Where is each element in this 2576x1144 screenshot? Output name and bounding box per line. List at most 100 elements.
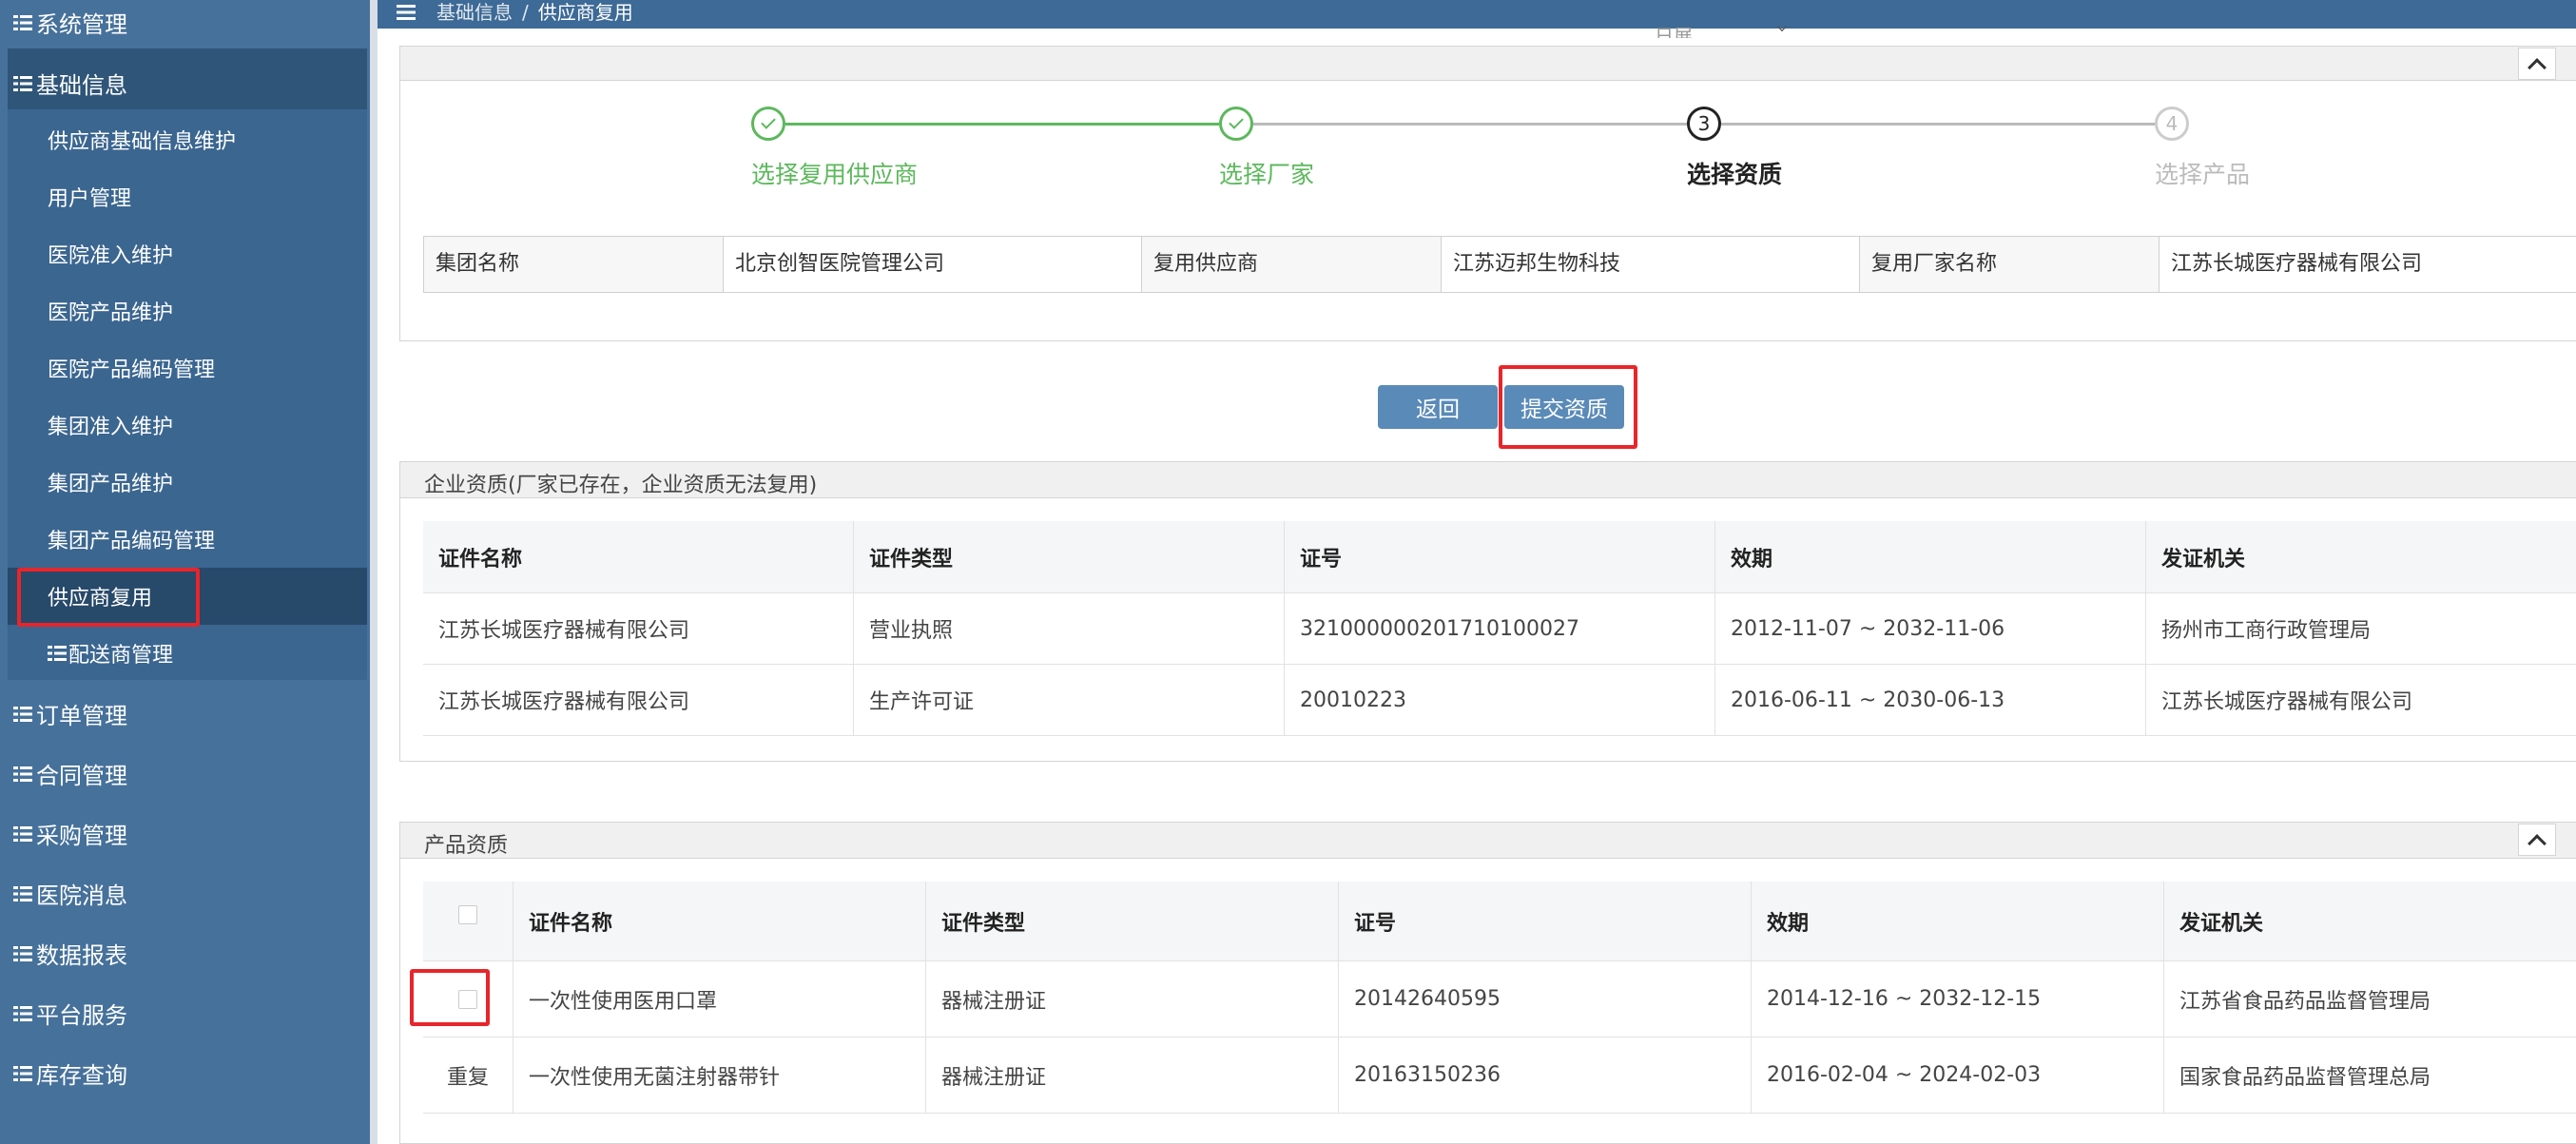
collapse-button[interactable] bbox=[2518, 48, 2556, 80]
cert-number-cell: 321000000201710100027 bbox=[1285, 593, 1715, 664]
sidebar-item-hospital-messages[interactable]: 医院消息 bbox=[13, 877, 127, 910]
validity-cell: 2014-12-16 ~ 2032-12-15 bbox=[1752, 961, 2164, 1037]
sidebar-item-hospital-access[interactable]: 医院准入维护 bbox=[48, 239, 173, 269]
breadcrumb-item[interactable]: 基础信息 bbox=[436, 1, 513, 24]
sidebar-item-contracts[interactable]: 合同管理 bbox=[13, 757, 127, 790]
wizard-panel bbox=[399, 46, 2576, 341]
manufacturer-value: 江苏长城医疗器械有限公司 bbox=[2160, 237, 2576, 292]
sidebar-item-group-access[interactable]: 集团准入维护 bbox=[48, 410, 173, 440]
sidebar-item-group-product-code[interactable]: 集团产品编码管理 bbox=[48, 524, 215, 554]
sidebar-item-reports[interactable]: 数据报表 bbox=[13, 937, 127, 970]
column-header: 证件类型 bbox=[926, 882, 1339, 960]
sidebar-item-basic-info[interactable]: 基础信息 bbox=[13, 67, 127, 100]
table-row[interactable]: 重复 一次性使用无菌注射器带针 器械注册证 20163150236 2016-0… bbox=[423, 1037, 2576, 1114]
check-icon bbox=[761, 114, 776, 129]
back-button[interactable]: 返回 bbox=[1378, 385, 1498, 429]
column-header: 证号 bbox=[1339, 882, 1752, 960]
issuer-cell: 扬州市工商行政管理局 bbox=[2161, 619, 2372, 643]
sidebar-item-hospital-product-code[interactable]: 医院产品编码管理 bbox=[48, 353, 215, 383]
list-icon bbox=[13, 766, 32, 782]
cert-name-cell: 江苏长城医疗器械有限公司 bbox=[423, 593, 854, 664]
select-all-checkbox[interactable] bbox=[458, 904, 477, 924]
duplicate-status-cell: 重复 bbox=[423, 1037, 513, 1113]
select-all-cell bbox=[423, 882, 513, 960]
table-row[interactable]: 江苏长城医疗器械有限公司 营业执照 321000000201710100027 … bbox=[423, 593, 2576, 665]
panel-title: 企业资质(厂家已存在，企业资质无法复用) bbox=[424, 474, 818, 497]
sidebar-item-label: 库存查询 bbox=[36, 1062, 127, 1089]
sidebar-item-label: 数据报表 bbox=[36, 942, 127, 969]
highlight-box bbox=[410, 969, 490, 1026]
column-header: 发证机关 bbox=[2161, 547, 2246, 572]
validity-cell: 2012-11-07 ~ 2032-11-06 bbox=[1715, 593, 2146, 664]
panel-header bbox=[400, 47, 2576, 81]
breadcrumb-current: 供应商复用 bbox=[537, 1, 633, 24]
sidebar-item-label: 系统管理 bbox=[36, 11, 127, 38]
chevron-up-icon bbox=[2528, 58, 2547, 77]
sidebar-item-distributor[interactable]: 配送商管理 bbox=[48, 638, 173, 669]
panel-header: 企业资质(厂家已存在，企业资质无法复用) bbox=[400, 462, 2576, 498]
cert-type-cell: 器械注册证 bbox=[926, 1037, 1339, 1113]
cert-type-cell: 营业执照 bbox=[854, 593, 1285, 664]
column-header: 效期 bbox=[1715, 521, 2146, 592]
table-row[interactable]: 江苏长城医疗器械有限公司 生产许可证 20010223 2016-06-11 ~… bbox=[423, 665, 2576, 736]
step-connector bbox=[1253, 123, 1687, 126]
step-1-check-icon bbox=[751, 107, 785, 141]
sidebar-item-label: 平台服务 bbox=[36, 1002, 127, 1029]
step-3-number: 3 bbox=[1687, 107, 1721, 141]
sidebar-item-label: 配送商管理 bbox=[68, 644, 174, 668]
step-connector bbox=[785, 123, 1219, 126]
step-4-number: 4 bbox=[2155, 107, 2189, 141]
breadcrumb: 基础信息 / 供应商复用 bbox=[436, 0, 633, 25]
sidebar-splitter[interactable] bbox=[370, 0, 378, 1144]
sidebar-item-supplier-basic[interactable]: 供应商基础信息维护 bbox=[48, 125, 236, 155]
enterprise-qualification-table: 证件名称 证件类型 证号 效期 发证机关 江苏长城医疗器械有限公司 营业执照 3… bbox=[423, 521, 2576, 736]
reuse-info-table: 集团名称 北京创智医院管理公司 复用供应商 江苏迈邦生物科技 复用厂家名称 江苏… bbox=[423, 236, 2576, 293]
step-connector bbox=[1721, 123, 2155, 126]
list-icon bbox=[13, 1065, 32, 1081]
product-qualification-table: 证件名称 证件类型 证号 效期 发证机关 一次性使用医用口罩 器械注册证 201… bbox=[423, 882, 2576, 1114]
list-icon bbox=[13, 945, 32, 961]
supplier-value: 江苏迈邦生物科技 bbox=[1442, 237, 1860, 292]
sidebar-item-label: 合同管理 bbox=[36, 763, 127, 789]
group-name-label: 集团名称 bbox=[424, 237, 724, 292]
list-icon bbox=[13, 885, 32, 902]
list-icon bbox=[13, 14, 32, 30]
sidebar-item-platform-services[interactable]: 平台服务 bbox=[13, 997, 127, 1030]
menu-toggle-icon[interactable] bbox=[397, 5, 416, 20]
sidebar-item-user-mgmt[interactable]: 用户管理 bbox=[48, 182, 131, 212]
list-icon bbox=[48, 646, 67, 661]
column-header: 证件名称 bbox=[423, 521, 854, 592]
manufacturer-label: 复用厂家名称 bbox=[1860, 237, 2160, 292]
group-name-value: 北京创智医院管理公司 bbox=[724, 237, 1142, 292]
table-row[interactable]: 一次性使用医用口罩 器械注册证 20142640595 2014-12-16 ~… bbox=[423, 961, 2576, 1037]
sidebar-item-orders[interactable]: 订单管理 bbox=[13, 697, 127, 730]
cert-number-cell: 20163150236 bbox=[1339, 1037, 1752, 1113]
sidebar-item-system[interactable]: 系统管理 bbox=[13, 6, 127, 39]
list-icon bbox=[13, 825, 32, 842]
cert-type-cell: 生产许可证 bbox=[854, 665, 1285, 735]
column-header: 证件名称 bbox=[513, 882, 926, 960]
sidebar-item-group-product[interactable]: 集团产品维护 bbox=[48, 467, 173, 497]
sidebar-item-purchasing[interactable]: 采购管理 bbox=[13, 817, 127, 850]
check-icon bbox=[1229, 114, 1244, 129]
sidebar-item-hospital-product[interactable]: 医院产品维护 bbox=[48, 296, 173, 326]
issuer-cell: 国家食品药品监督管理总局 bbox=[2179, 1065, 2431, 1090]
cert-name-cell: 一次性使用医用口罩 bbox=[513, 961, 926, 1037]
column-header: 发证机关 bbox=[2179, 911, 2264, 936]
list-icon bbox=[13, 75, 32, 91]
sidebar-item-label: 基础信息 bbox=[36, 72, 127, 99]
column-header: 证号 bbox=[1285, 521, 1715, 592]
table-header: 证件名称 证件类型 证号 效期 发证机关 bbox=[423, 882, 2576, 961]
cert-name-cell: 江苏长城医疗器械有限公司 bbox=[423, 665, 854, 735]
column-header: 证件类型 bbox=[854, 521, 1285, 592]
issuer-cell: 江苏省食品药品监督管理局 bbox=[2179, 989, 2431, 1014]
issuer-cell: 江苏长城医疗器械有限公司 bbox=[2161, 690, 2413, 714]
collapse-button[interactable] bbox=[2518, 824, 2556, 856]
sidebar-item-label: 订单管理 bbox=[36, 703, 127, 729]
step-4-label: 选择产品 bbox=[2155, 161, 2251, 188]
partially-hidden-text: 日展 bbox=[1655, 25, 1693, 38]
sidebar-item-inventory[interactable]: 库存查询 bbox=[13, 1057, 127, 1090]
highlight-box bbox=[17, 568, 200, 627]
sidebar-item-label: 采购管理 bbox=[36, 823, 127, 849]
chevron-up-icon bbox=[2528, 834, 2547, 853]
